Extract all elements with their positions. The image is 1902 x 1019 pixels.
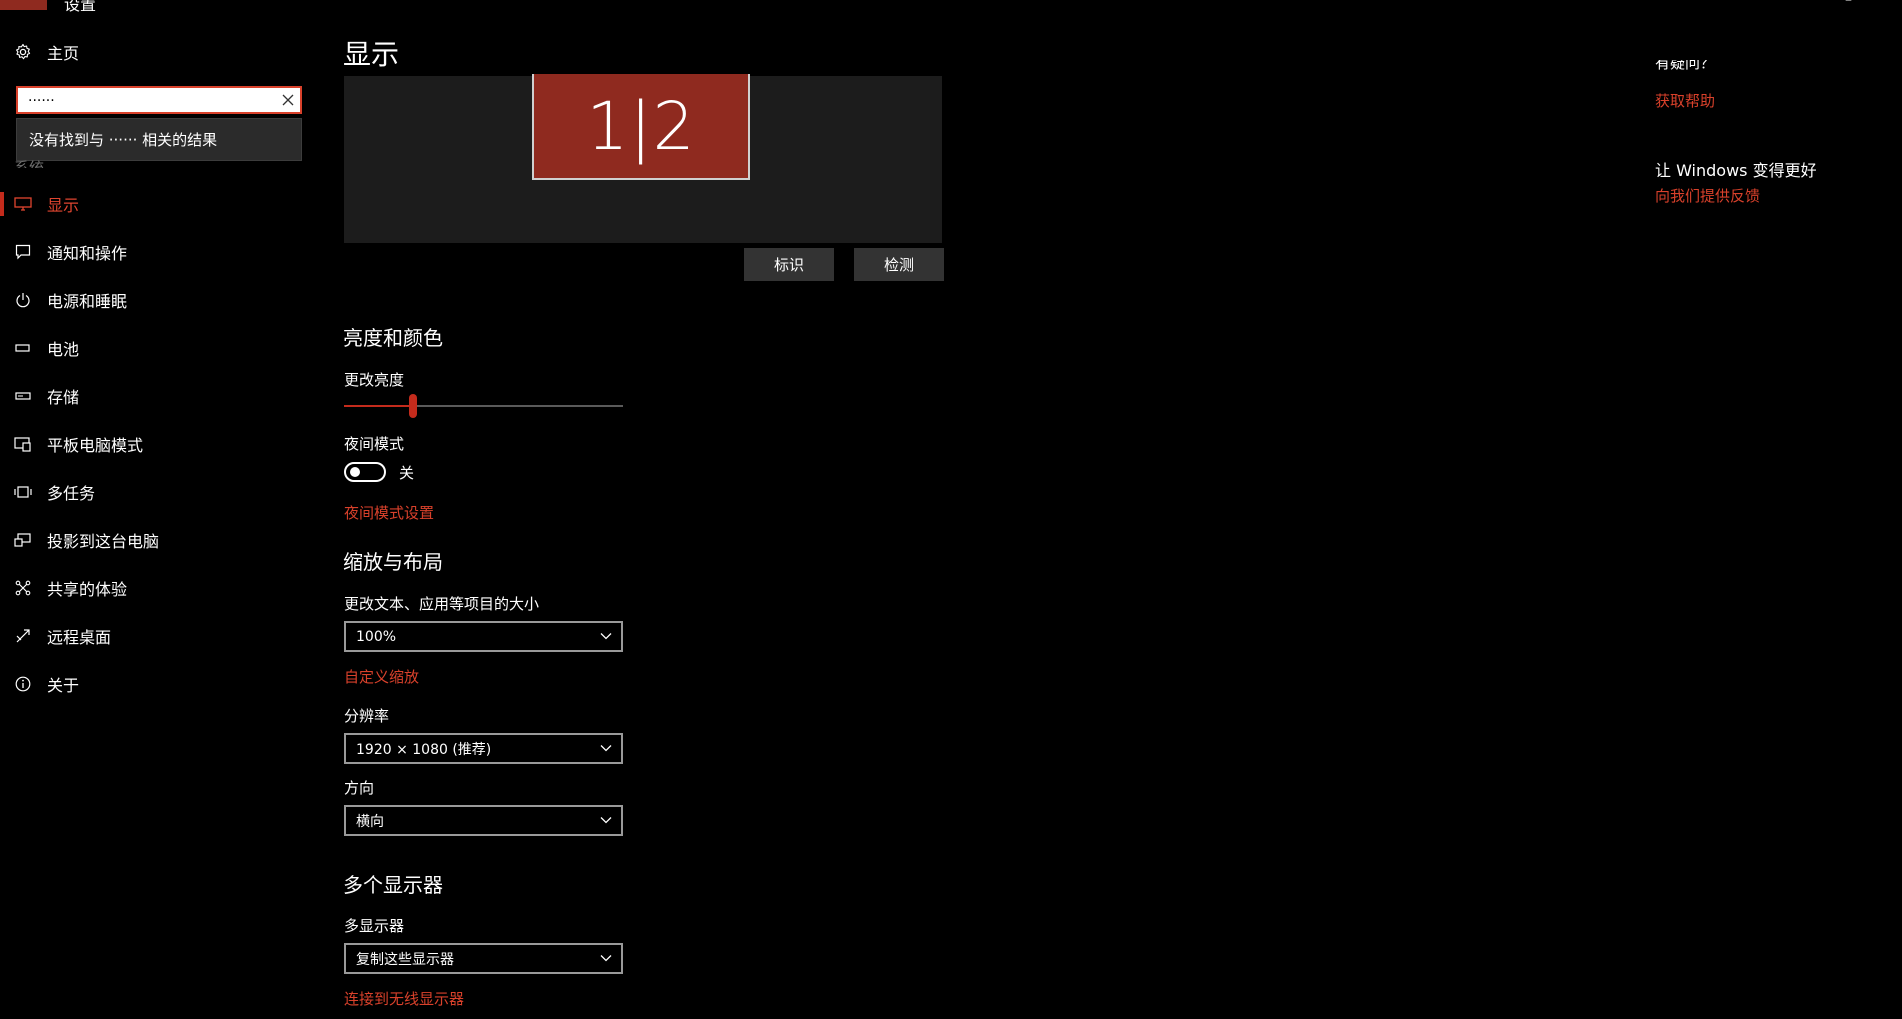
sidebar-item-remote-desktop[interactable]: 远程桌面 bbox=[0, 616, 330, 656]
night-mode-toggle[interactable] bbox=[344, 462, 386, 482]
multi-display-value: 复制这些显示器 bbox=[356, 951, 454, 968]
chevron-down-icon bbox=[600, 633, 612, 640]
sidebar-item-label: 平板电脑模式 bbox=[47, 436, 144, 455]
chevron-down-icon bbox=[600, 745, 612, 752]
sidebar-item-display[interactable]: 显示 bbox=[0, 184, 330, 224]
sidebar-item-label: 电池 bbox=[47, 340, 80, 359]
orientation-dropdown[interactable]: 横向 bbox=[344, 805, 623, 836]
resolution-dropdown[interactable]: 1920 × 1080 (推荐) bbox=[344, 733, 623, 764]
slider-thumb[interactable] bbox=[409, 394, 417, 418]
multi-display-label: 多显示器 bbox=[344, 917, 405, 935]
sidebar-item-notifications[interactable]: 通知和操作 bbox=[0, 232, 330, 272]
sidebar-item-label: 存储 bbox=[47, 388, 80, 407]
toggle-knob bbox=[350, 467, 360, 477]
sidebar-item-label: 共享的体验 bbox=[47, 580, 128, 599]
window-title: 设置 bbox=[64, 0, 97, 14]
sidebar-item-label: 投影到这台电脑 bbox=[47, 532, 160, 551]
orientation-value: 横向 bbox=[356, 813, 384, 830]
detect-button[interactable]: 检测 bbox=[854, 248, 944, 281]
sidebar-item-label: 多任务 bbox=[47, 484, 96, 503]
slider-track-filled bbox=[344, 405, 409, 407]
brightness-heading: 亮度和颜色 bbox=[343, 326, 443, 350]
scale-heading: 缩放与布局 bbox=[343, 550, 443, 574]
close-icon[interactable] bbox=[282, 94, 294, 106]
project-icon bbox=[14, 531, 32, 549]
info-icon bbox=[14, 675, 32, 693]
sidebar-section-label: 系统 bbox=[14, 159, 45, 168]
custom-scaling-link[interactable]: 自定义缩放 bbox=[344, 666, 419, 687]
sidebar-item-shared-experiences[interactable]: 共享的体验 bbox=[0, 568, 330, 608]
monitor-arrangement: 1|2 bbox=[344, 74, 942, 243]
sidebar-item-tablet-mode[interactable]: 平板电脑模式 bbox=[0, 424, 330, 464]
battery-icon bbox=[14, 339, 32, 357]
sidebar-item-storage[interactable]: 存储 bbox=[0, 376, 330, 416]
multi-display-dropdown[interactable]: 复制这些显示器 bbox=[344, 943, 623, 974]
sidebar-item-power[interactable]: 电源和睡眠 bbox=[0, 280, 330, 320]
gear-icon bbox=[16, 43, 31, 60]
identify-button[interactable]: 标识 bbox=[744, 248, 834, 281]
sidebar-item-label: 远程桌面 bbox=[47, 628, 112, 647]
sidebar-item-label: 关于 bbox=[47, 676, 80, 695]
chevron-down-icon bbox=[600, 817, 612, 824]
slider-track bbox=[417, 405, 623, 407]
resolution-value: 1920 × 1080 (推荐) bbox=[356, 741, 492, 758]
multitasking-icon bbox=[14, 483, 32, 501]
search-input[interactable] bbox=[26, 88, 280, 114]
size-label: 更改文本、应用等项目的大小 bbox=[344, 595, 540, 613]
monitor-tile[interactable]: 1|2 bbox=[532, 74, 750, 180]
notification-icon bbox=[14, 243, 32, 261]
sidebar-item-multitasking[interactable]: 多任务 bbox=[0, 472, 330, 512]
home-label: 主页 bbox=[47, 44, 80, 63]
sidebar-item-label: 通知和操作 bbox=[47, 244, 128, 263]
night-mode-settings-link[interactable]: 夜间模式设置 bbox=[344, 502, 434, 523]
sidebar-item-project[interactable]: 投影到这台电脑 bbox=[0, 520, 330, 560]
night-mode-label: 夜间模式 bbox=[344, 435, 405, 453]
sidebar-item-label: 显示 bbox=[47, 196, 80, 215]
minimize-icon[interactable]: – bbox=[1845, 0, 1852, 8]
chevron-down-icon bbox=[600, 955, 612, 962]
sidebar-home[interactable]: 主页 bbox=[14, 40, 79, 64]
scale-dropdown[interactable]: 100% bbox=[344, 621, 623, 652]
search-no-results: 没有找到与 ······ 相关的结果 bbox=[16, 118, 302, 161]
page-title: 显示 bbox=[343, 38, 400, 71]
feedback-heading: 让 Windows 变得更好 bbox=[1655, 161, 1817, 180]
scale-value: 100% bbox=[356, 628, 397, 645]
help-heading: 有疑问？ bbox=[1655, 60, 1716, 72]
search-box[interactable] bbox=[16, 86, 302, 114]
monitor-icon bbox=[14, 195, 32, 213]
orientation-label: 方向 bbox=[344, 779, 375, 797]
power-icon bbox=[14, 291, 32, 309]
tablet-mode-icon bbox=[14, 435, 32, 453]
brightness-label: 更改亮度 bbox=[344, 371, 405, 389]
sidebar-item-label: 电源和睡眠 bbox=[47, 292, 128, 311]
remote-desktop-icon bbox=[14, 627, 32, 645]
sidebar-item-battery[interactable]: 电池 bbox=[0, 328, 330, 368]
storage-icon bbox=[14, 387, 32, 405]
get-help-link[interactable]: 获取帮助 bbox=[1655, 90, 1715, 111]
sidebar-item-about[interactable]: 关于 bbox=[0, 664, 330, 704]
back-button[interactable] bbox=[0, 0, 47, 10]
settings-window: 设置 – 主页 没有找到与 ······ 相关的结果 系统 显示 通知和操作 电… bbox=[0, 0, 1902, 1019]
night-mode-state: 关 bbox=[399, 464, 415, 482]
multi-display-heading: 多个显示器 bbox=[343, 873, 443, 897]
brightness-slider[interactable] bbox=[344, 394, 623, 423]
shared-experiences-icon bbox=[14, 579, 32, 597]
wireless-display-link[interactable]: 连接到无线显示器 bbox=[344, 988, 464, 1009]
resolution-label: 分辨率 bbox=[344, 707, 390, 725]
active-indicator bbox=[0, 192, 4, 216]
feedback-link[interactable]: 向我们提供反馈 bbox=[1655, 185, 1760, 206]
